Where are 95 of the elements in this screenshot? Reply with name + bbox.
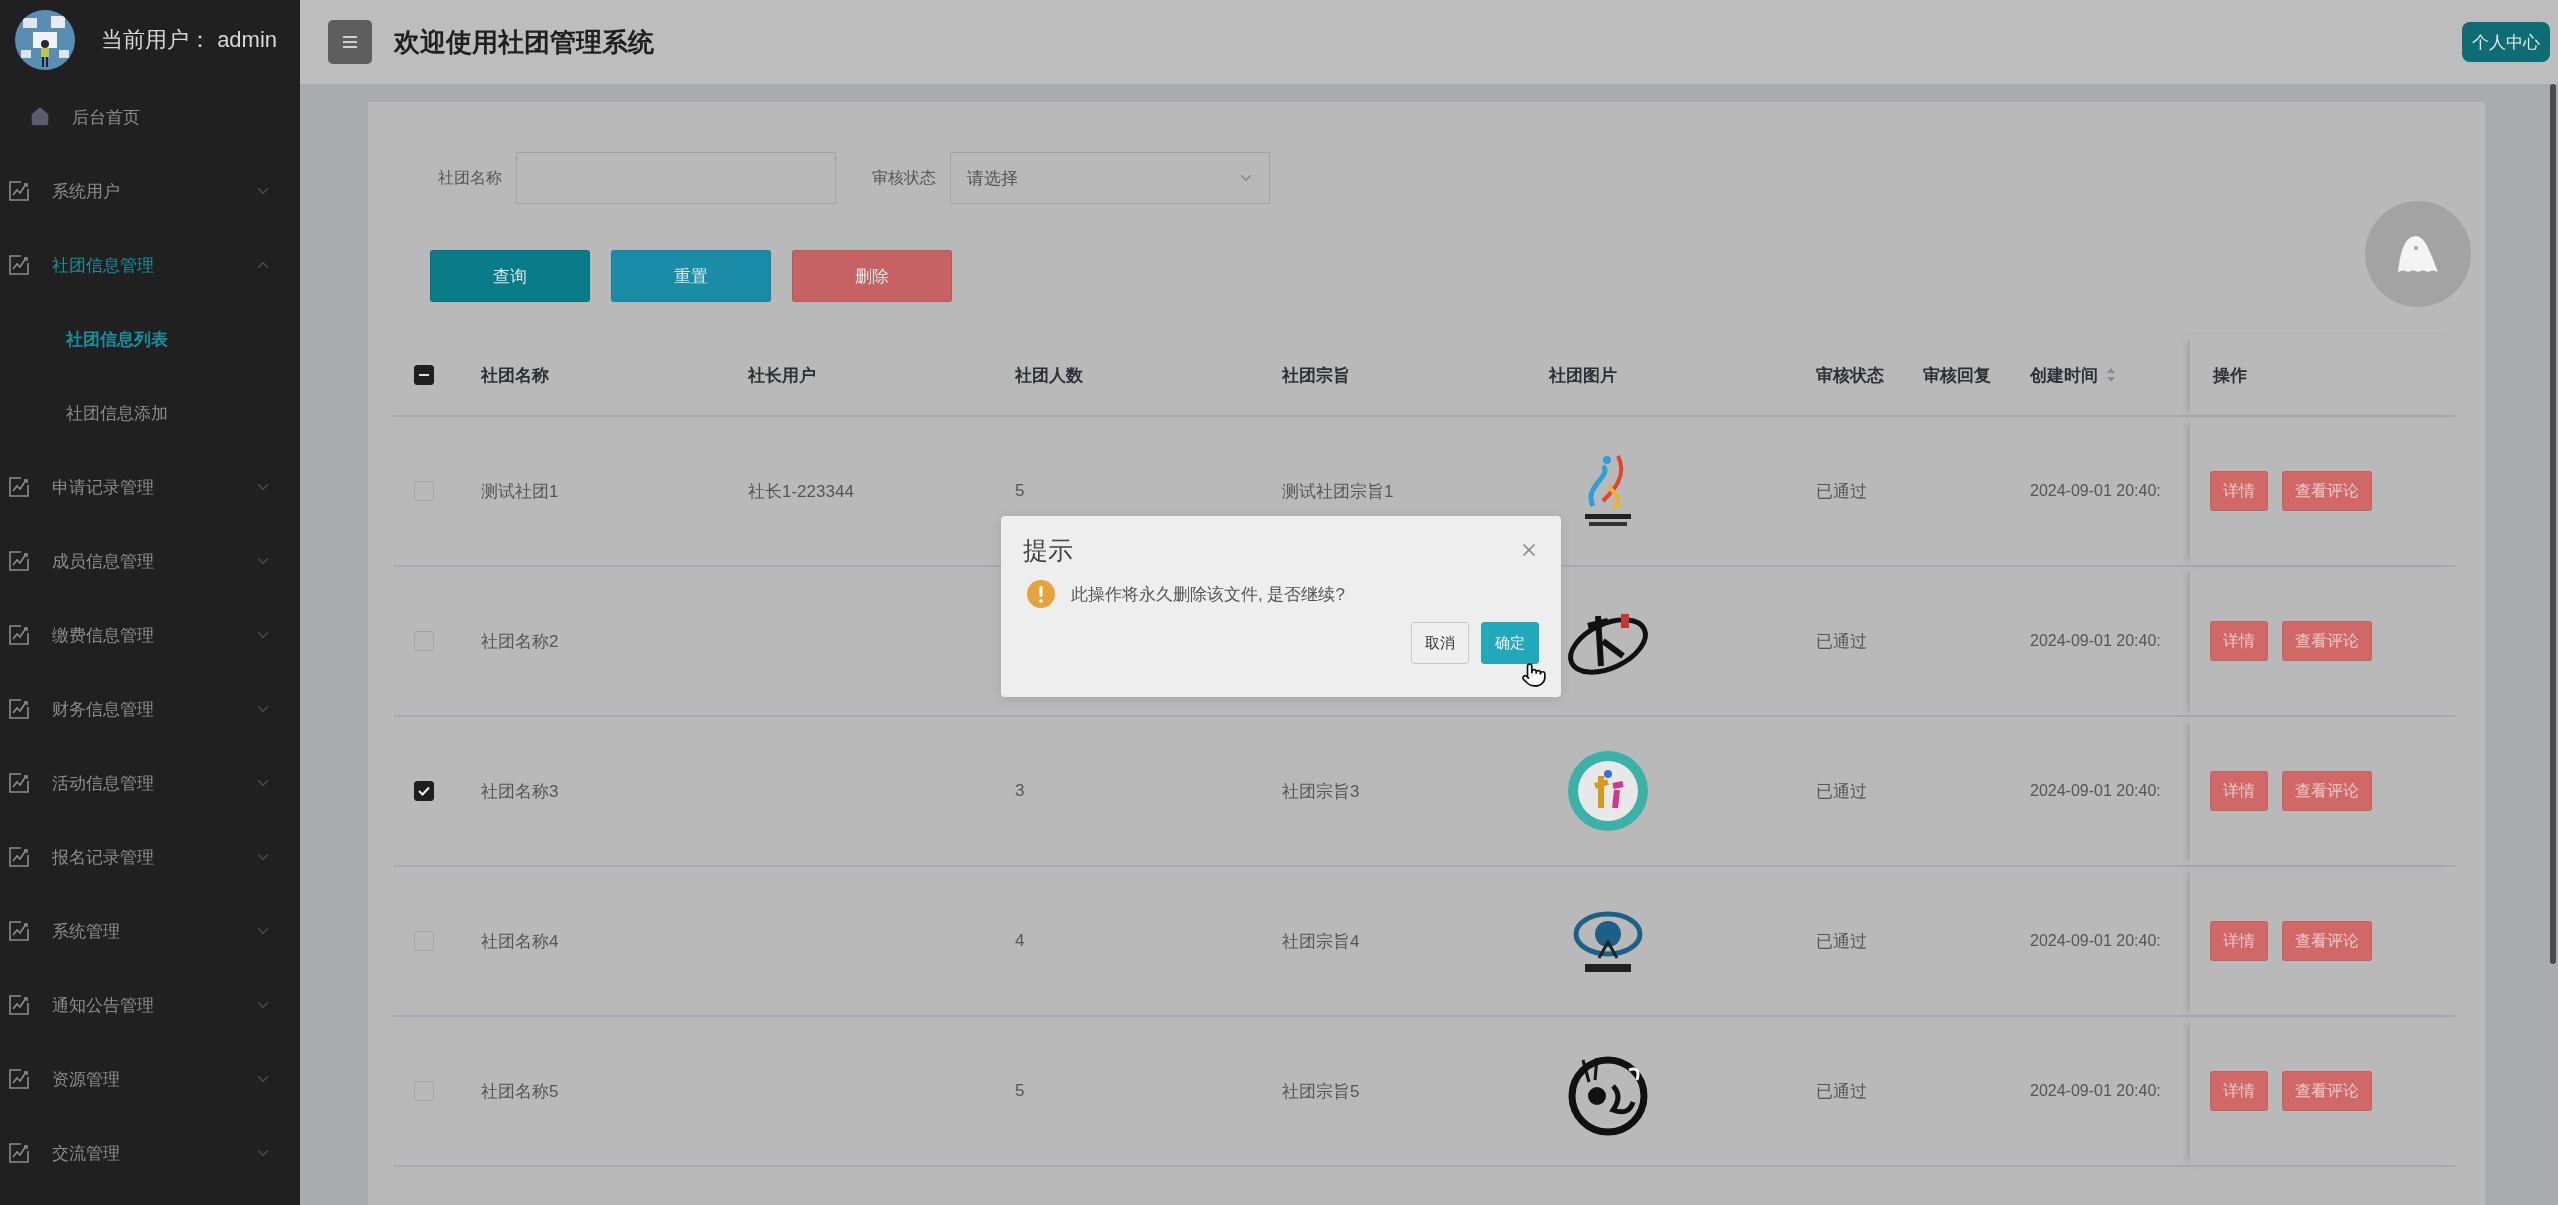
table-cell-text: 已通过	[1816, 930, 1867, 953]
sidebar-item[interactable]: 活动信息管理	[0, 746, 300, 820]
chart-square-icon	[8, 624, 30, 646]
column-header: 社团宗旨	[1282, 364, 1350, 387]
chart-square-icon	[8, 1068, 30, 1090]
dialog-button[interactable]: 确定	[1481, 622, 1539, 664]
sidebar-item[interactable]: 资源管理	[0, 1042, 300, 1116]
table-cell: 2024-09-01 20:40:	[2030, 1082, 2161, 1100]
column-header: 社团人数	[1015, 364, 1083, 387]
table-cell: 4	[1015, 931, 1025, 951]
row-action-button[interactable]: 详情	[2210, 1071, 2268, 1111]
hand-cursor-icon	[1521, 662, 1547, 688]
row-action-button[interactable]: 详情	[2210, 921, 2268, 961]
select-all-checkbox[interactable]	[414, 365, 434, 385]
column-header: 审核状态	[1816, 364, 1884, 387]
field-label: 社团名称	[438, 167, 502, 188]
chart-square-icon	[8, 698, 30, 720]
chart-square-icon	[8, 920, 30, 942]
table-cell-text: 社长1-223344	[748, 480, 854, 503]
sidebar-item[interactable]: 交流管理	[0, 1116, 300, 1190]
check-icon	[418, 786, 430, 796]
menu-button[interactable]	[328, 20, 372, 64]
column-header: 操作	[2213, 364, 2247, 387]
field-label: 审核状态	[872, 167, 936, 188]
table-cell-text: 已通过	[1816, 780, 1867, 803]
table-cell-text: 社团名称2	[481, 630, 559, 653]
dialog-message: 此操作将永久删除该文件, 是否继续?	[1071, 583, 1345, 606]
column-header: 社长用户	[748, 364, 816, 387]
sidebar-item[interactable]: 社团信息管理	[0, 228, 300, 302]
menu-icon	[342, 35, 358, 49]
sidebar-item[interactable]: 通知公告管理	[0, 968, 300, 1042]
home-icon	[30, 107, 50, 127]
action-button[interactable]: 重置	[611, 250, 771, 302]
table-cell: 2024-09-01 20:40:	[2030, 932, 2161, 950]
action-button[interactable]: 查询	[430, 250, 590, 302]
sort-icon[interactable]	[2106, 367, 2116, 383]
sidebar-item[interactable]: 报名记录管理	[0, 820, 300, 894]
table-cell-text: 社团宗旨5	[1282, 1080, 1360, 1103]
column-header: 社团图片	[1549, 364, 1617, 387]
column-header: 社团名称	[481, 364, 549, 387]
sidebar-subitem[interactable]: 社团信息列表	[0, 302, 300, 376]
row-action-button[interactable]: 查看评论	[2282, 921, 2372, 961]
chart-square-icon	[8, 550, 30, 572]
row-action-button[interactable]: 查看评论	[2282, 621, 2372, 661]
warning-icon	[1027, 580, 1055, 608]
table-cell-text: 测试社团1	[481, 480, 559, 503]
chart-square-icon	[8, 476, 30, 498]
sidebar-item[interactable]: 缴费信息管理	[0, 598, 300, 672]
scrollbar[interactable]	[2550, 84, 2556, 964]
chart-square-icon	[8, 1142, 30, 1164]
column-header: 审核回复	[1923, 364, 1991, 387]
minus-icon	[419, 374, 429, 376]
ghost-icon	[2396, 234, 2440, 274]
sidebar-item[interactable]: 系统管理	[0, 894, 300, 968]
table-cell: 2024-09-01 20:40:	[2030, 782, 2161, 800]
table-cell-text: 社团宗旨4	[1282, 930, 1360, 953]
sidebar-item[interactable]: 后台首页	[0, 80, 300, 154]
column-header: 创建时间	[2030, 364, 2098, 387]
row-action-button[interactable]: 查看评论	[2282, 471, 2372, 511]
table-cell-text: 测试社团宗旨1	[1282, 480, 1394, 503]
table-cell: 5	[1015, 1081, 1025, 1101]
chart-square-icon	[8, 846, 30, 868]
row-checkbox[interactable]	[414, 781, 434, 801]
sidebar-subitem[interactable]: 社团信息添加	[0, 376, 300, 450]
table-cell: 3	[1015, 781, 1025, 801]
table-cell-text: 社团名称3	[481, 780, 559, 803]
dialog-title: 提示	[1023, 534, 1073, 566]
sidebar-item[interactable]: 系统用户	[0, 154, 300, 228]
row-action-button[interactable]: 查看评论	[2282, 771, 2372, 811]
table-cell-text: 已通过	[1816, 630, 1867, 653]
table-cell-text: 已通过	[1816, 1080, 1867, 1103]
row-action-button[interactable]: 详情	[2210, 771, 2268, 811]
table-cell-text: 社团名称5	[481, 1080, 559, 1103]
sidebar-item[interactable]: 财务信息管理	[0, 672, 300, 746]
sidebar-item[interactable]: 成员信息管理	[0, 524, 300, 598]
chart-square-icon	[8, 772, 30, 794]
chart-square-icon	[8, 994, 30, 1016]
page-title: 欢迎使用社团管理系统	[394, 25, 655, 59]
row-action-button[interactable]: 查看评论	[2282, 1071, 2372, 1111]
table-cell-text: 社团宗旨3	[1282, 780, 1360, 803]
dialog-button[interactable]: 取消	[1411, 622, 1469, 664]
select-field[interactable]: 请选择	[950, 152, 1270, 204]
table-cell: 2024-09-01 20:40:	[2030, 482, 2161, 500]
table-cell-text: 社团名称4	[481, 930, 559, 953]
table-cell: 5	[1015, 481, 1025, 501]
row-action-button[interactable]: 详情	[2210, 621, 2268, 661]
profile-button[interactable]: 个人中心	[2462, 22, 2550, 62]
chart-square-icon	[8, 180, 30, 202]
sidebar-item[interactable]: 申请记录管理	[0, 450, 300, 524]
action-button[interactable]: 删除	[792, 250, 952, 302]
current-user: 当前用户： admin	[101, 26, 278, 54]
table-cell-text: 已通过	[1816, 480, 1867, 503]
table-cell: 2024-09-01 20:40:	[2030, 632, 2161, 650]
row-action-button[interactable]: 详情	[2210, 471, 2268, 511]
chart-square-icon	[8, 254, 30, 276]
